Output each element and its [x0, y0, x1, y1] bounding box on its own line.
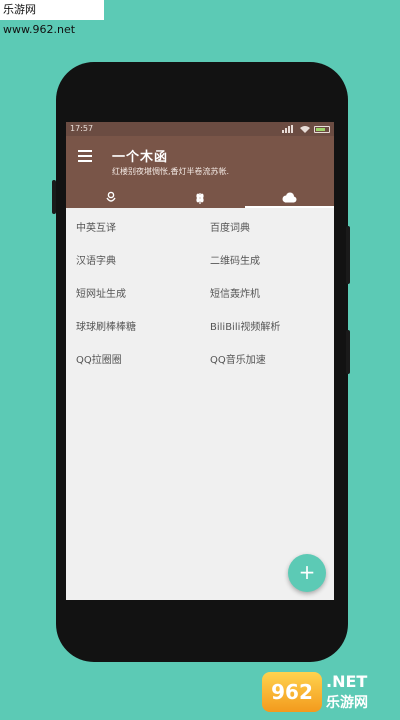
tab-wheat[interactable]	[155, 186, 244, 208]
watermark-cn: 乐游网	[326, 695, 368, 711]
phone-side-button	[52, 180, 56, 214]
watermark-top: 乐游网 www.962.net	[0, 0, 104, 36]
tool-item[interactable]: 短网址生成	[66, 278, 200, 311]
tool-grid: 中英互译 百度词典 汉语字典 二维码生成 短网址生成 短信轰炸机 球球刷棒棒糖 …	[66, 208, 334, 377]
status-bar: 17:57	[66, 122, 334, 136]
wheat-icon	[196, 192, 204, 204]
phone-side-button	[346, 226, 350, 284]
tool-item[interactable]: 汉语字典	[66, 245, 200, 278]
app-subtitle: 红楼别夜堪惆怅,香灯半卷流苏帐.	[112, 167, 230, 176]
watermark-logo: 962 .NET 乐游网	[262, 668, 394, 716]
tool-item[interactable]: 百度词典	[200, 212, 334, 245]
tool-item[interactable]: 二维码生成	[200, 245, 334, 278]
menu-icon[interactable]	[78, 150, 92, 162]
flower-icon	[106, 191, 116, 202]
cloud-icon	[282, 192, 297, 202]
wifi-icon	[300, 126, 310, 133]
phone-side-button	[346, 330, 350, 374]
tool-item[interactable]: QQ音乐加速	[200, 344, 334, 377]
battery-icon	[314, 125, 330, 133]
tab-cloud[interactable]	[244, 186, 334, 208]
tab-flower[interactable]	[66, 186, 155, 208]
status-time: 17:57	[70, 124, 94, 133]
app-screen: 17:57 一个木函 红楼别夜堪惆怅,香灯半卷流苏帐. 中英互译 百度词典 汉语…	[66, 122, 334, 600]
signal-icon	[282, 125, 293, 133]
add-fab-button[interactable]: +	[288, 554, 326, 592]
watermark-net: .NET	[326, 672, 368, 691]
watermark-badge: 962	[262, 672, 322, 712]
tab-bar	[66, 186, 334, 208]
app-bar: 一个木函 红楼别夜堪惆怅,香灯半卷流苏帐.	[66, 136, 334, 208]
tool-item[interactable]: BiliBili视频解析	[200, 311, 334, 344]
tool-item[interactable]: 球球刷棒棒糖	[66, 311, 200, 344]
tool-item[interactable]: 短信轰炸机	[200, 278, 334, 311]
tool-item[interactable]: 中英互译	[66, 212, 200, 245]
tool-item[interactable]: QQ拉圈圈	[66, 344, 200, 377]
app-title: 一个木函	[112, 150, 169, 165]
